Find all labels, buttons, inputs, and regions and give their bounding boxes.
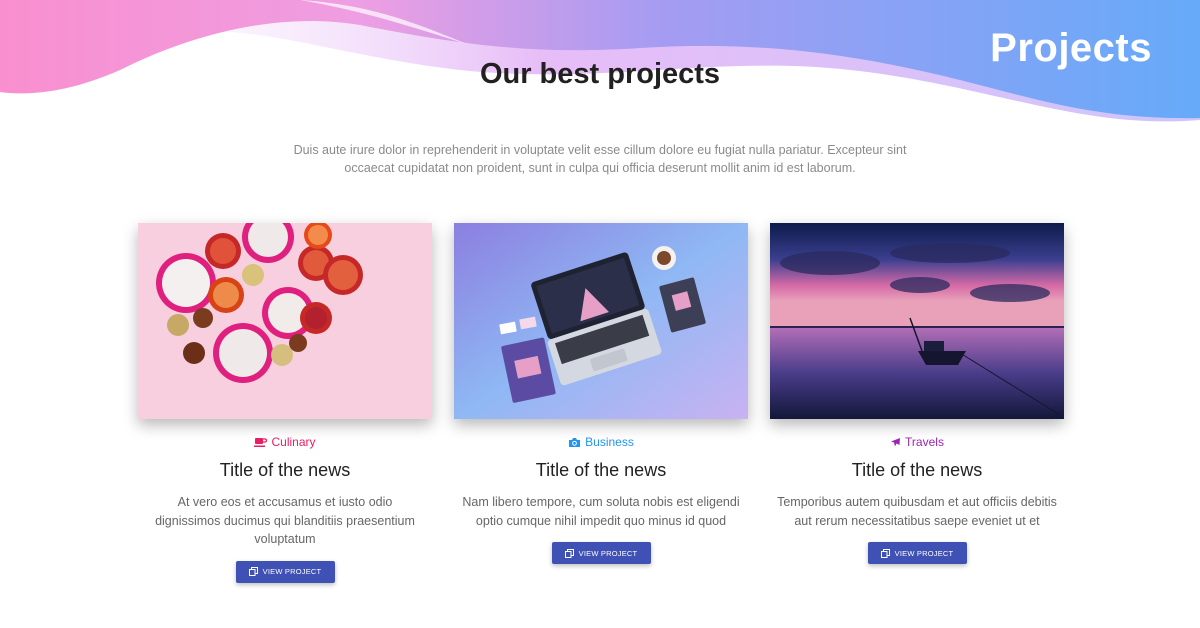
button-label: VIEW PROJECT: [894, 548, 954, 558]
category-label: Travels: [770, 434, 1064, 450]
section-title: Our best projects: [479, 58, 721, 90]
card-text: Nam libero tempore, cum soluta nobis est…: [462, 495, 740, 528]
project-cards: Culinary Title of the news At vero eos e…: [138, 223, 1064, 583]
business-image[interactable]: [454, 223, 748, 419]
category-label: Culinary: [138, 434, 432, 450]
card-title: Title of the news: [535, 460, 667, 480]
category-name[interactable]: Travels: [905, 435, 944, 449]
project-card-culinary: Culinary Title of the news At vero eos e…: [138, 223, 432, 583]
camera-icon: [569, 437, 581, 447]
card-title: Title of the news: [219, 460, 351, 480]
project-card-travels: Travels Title of the news Temporibus aut…: [770, 223, 1064, 583]
button-label: VIEW PROJECT: [262, 567, 322, 576]
plane-icon: [891, 437, 901, 446]
category-label: Business: [454, 434, 748, 450]
coffee-cup-icon: [254, 437, 268, 447]
travels-image[interactable]: [770, 223, 1064, 419]
view-project-button[interactable]: VIEW PROJECT: [235, 560, 335, 583]
card-text: Temporibus autem quibusdam et aut offici…: [777, 495, 1057, 528]
view-project-button[interactable]: VIEW PROJECT: [551, 542, 651, 564]
copy-icon: [248, 567, 258, 576]
category-name[interactable]: Business: [585, 435, 634, 449]
section-description: Duis aute irure dolor in reprehenderit i…: [293, 143, 907, 175]
copy-icon: [564, 548, 574, 558]
card-text: At vero eos et accusamus et iusto odio d…: [155, 495, 415, 546]
project-card-business: Business Title of the news Nam libero te…: [454, 223, 748, 583]
card-title: Title of the news: [851, 460, 983, 480]
view-project-button[interactable]: VIEW PROJECT: [867, 542, 967, 564]
button-label: VIEW PROJECT: [578, 548, 638, 558]
culinary-image[interactable]: [138, 223, 432, 419]
copy-icon: [880, 548, 890, 558]
category-name[interactable]: Culinary: [271, 435, 315, 449]
